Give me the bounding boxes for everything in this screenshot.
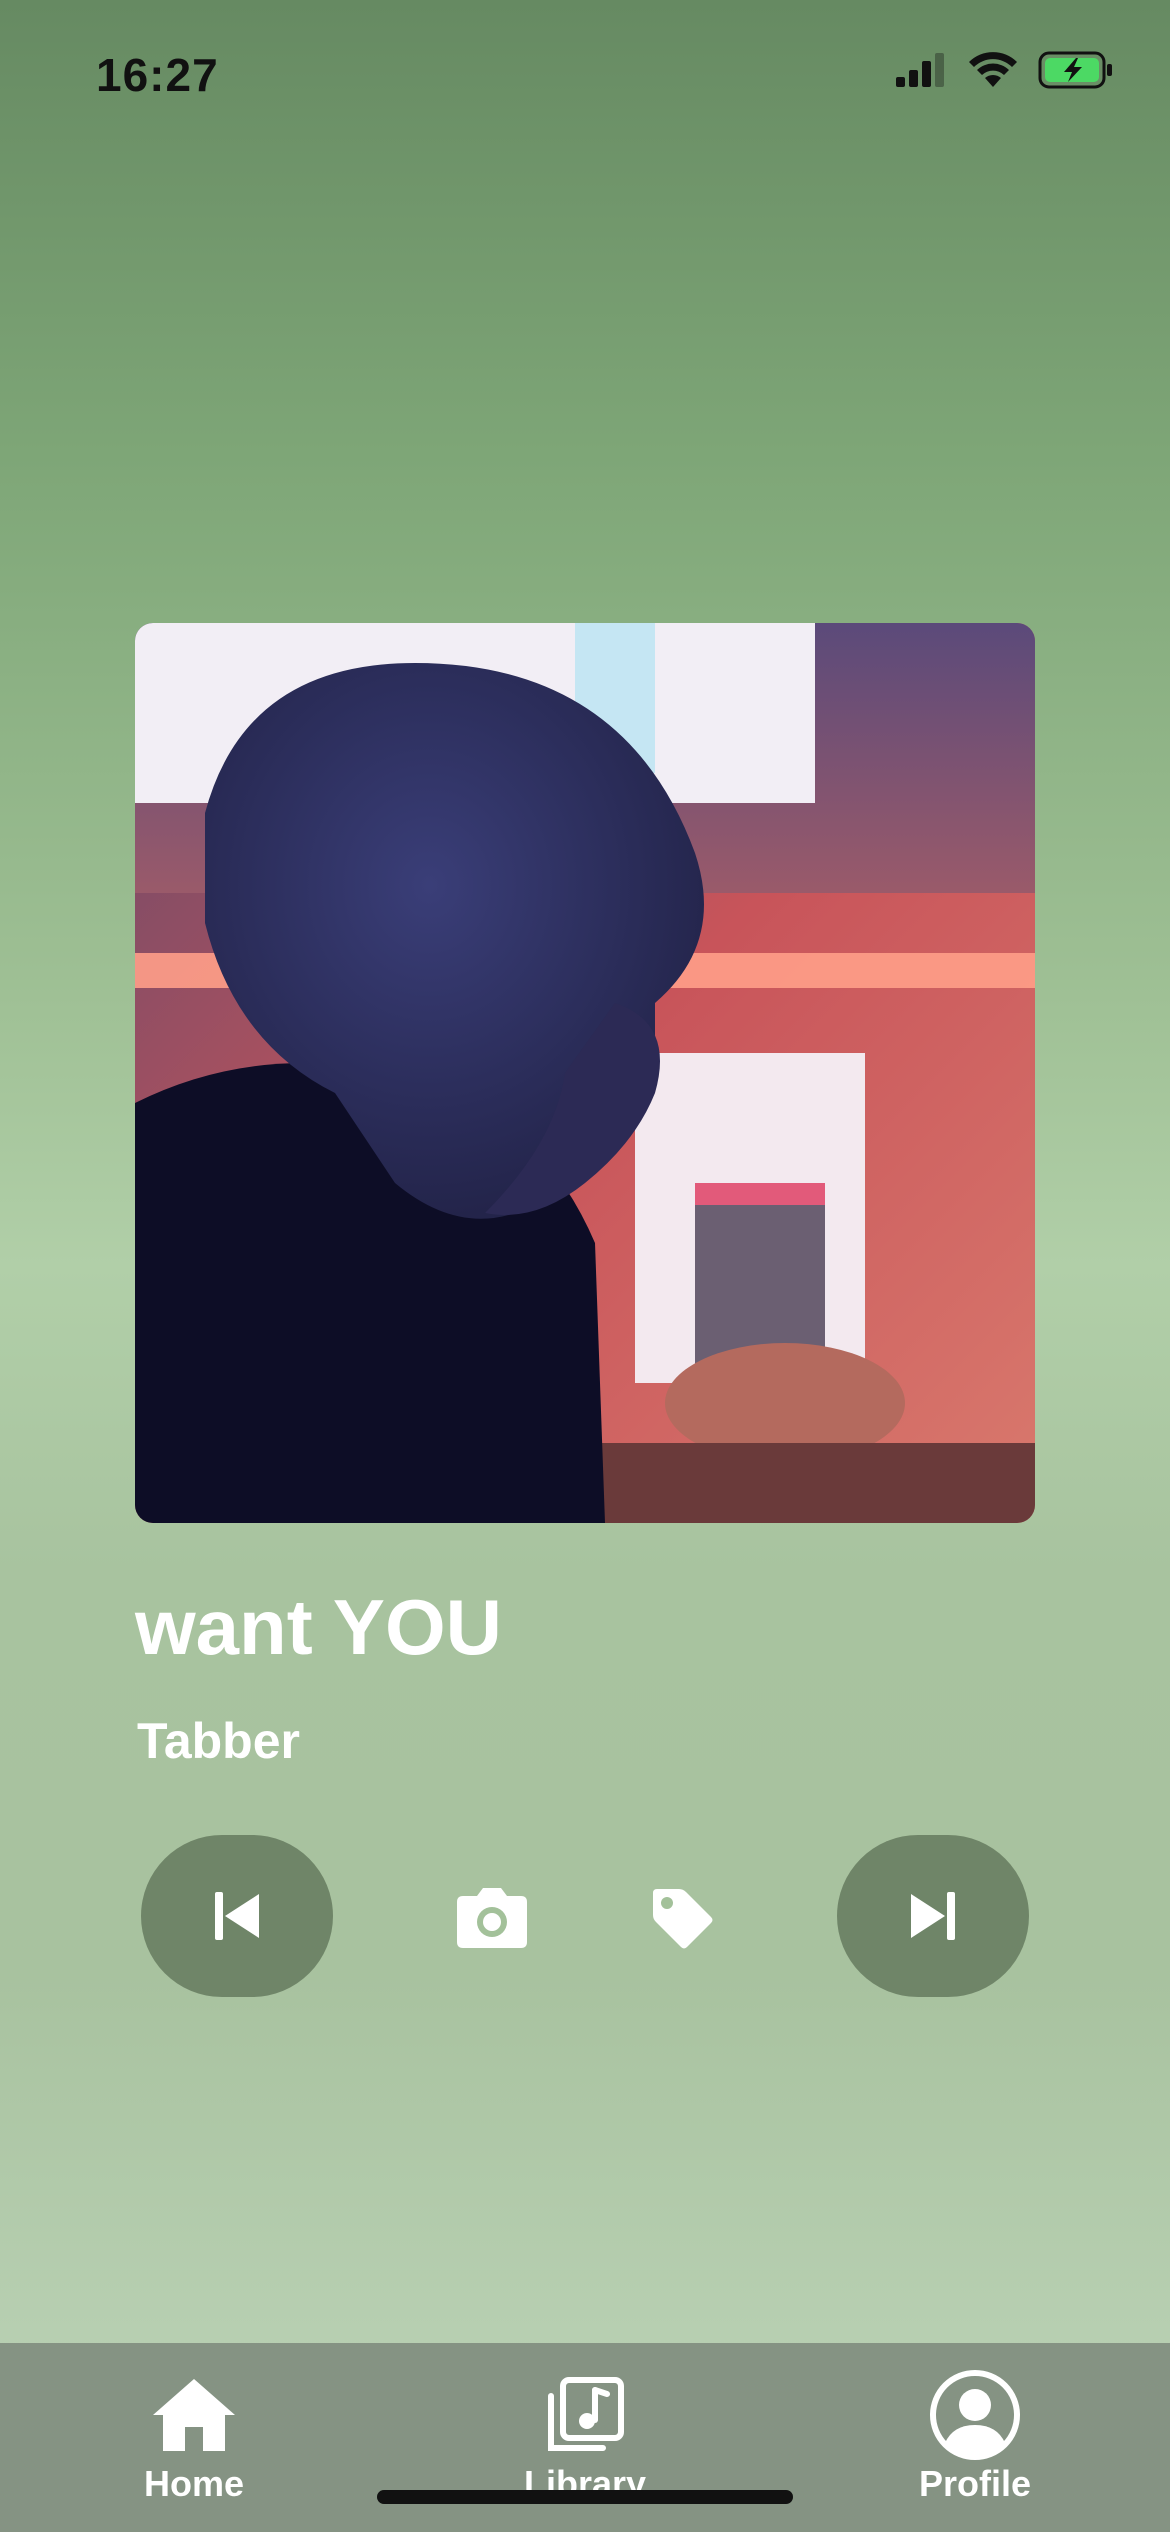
music-library-icon bbox=[548, 2377, 624, 2451]
tab-label-profile: Profile bbox=[918, 2463, 1032, 2504]
artist-name: Tabber bbox=[137, 1713, 300, 1769]
tab-profile[interactable]: Profile bbox=[855, 2343, 1095, 2532]
status-bar: 16:27 bbox=[0, 0, 1170, 140]
home-icon bbox=[153, 2379, 235, 2451]
tab-label-home: Home bbox=[143, 2463, 245, 2504]
camera-icon bbox=[457, 1888, 527, 1948]
tab-home[interactable]: Home bbox=[74, 2343, 314, 2532]
profile-icon bbox=[930, 2370, 1020, 2460]
cellular-signal-icon bbox=[896, 53, 944, 87]
previous-button[interactable] bbox=[141, 1835, 333, 1997]
status-icons bbox=[894, 50, 1114, 90]
tag-icon bbox=[653, 1889, 713, 1949]
song-title: want YOU bbox=[135, 1583, 502, 1671]
wifi-icon bbox=[969, 52, 1017, 87]
next-button[interactable] bbox=[837, 1835, 1029, 1997]
tag-button[interactable] bbox=[642, 1878, 722, 1958]
next-track-icon bbox=[911, 1892, 955, 1940]
status-time: 16:27 bbox=[96, 49, 219, 101]
album-artwork bbox=[135, 623, 1035, 1523]
battery-charging-icon bbox=[1038, 51, 1112, 89]
previous-track-icon bbox=[215, 1892, 259, 1940]
home-indicator[interactable] bbox=[377, 2490, 793, 2504]
camera-button[interactable] bbox=[452, 1878, 532, 1958]
